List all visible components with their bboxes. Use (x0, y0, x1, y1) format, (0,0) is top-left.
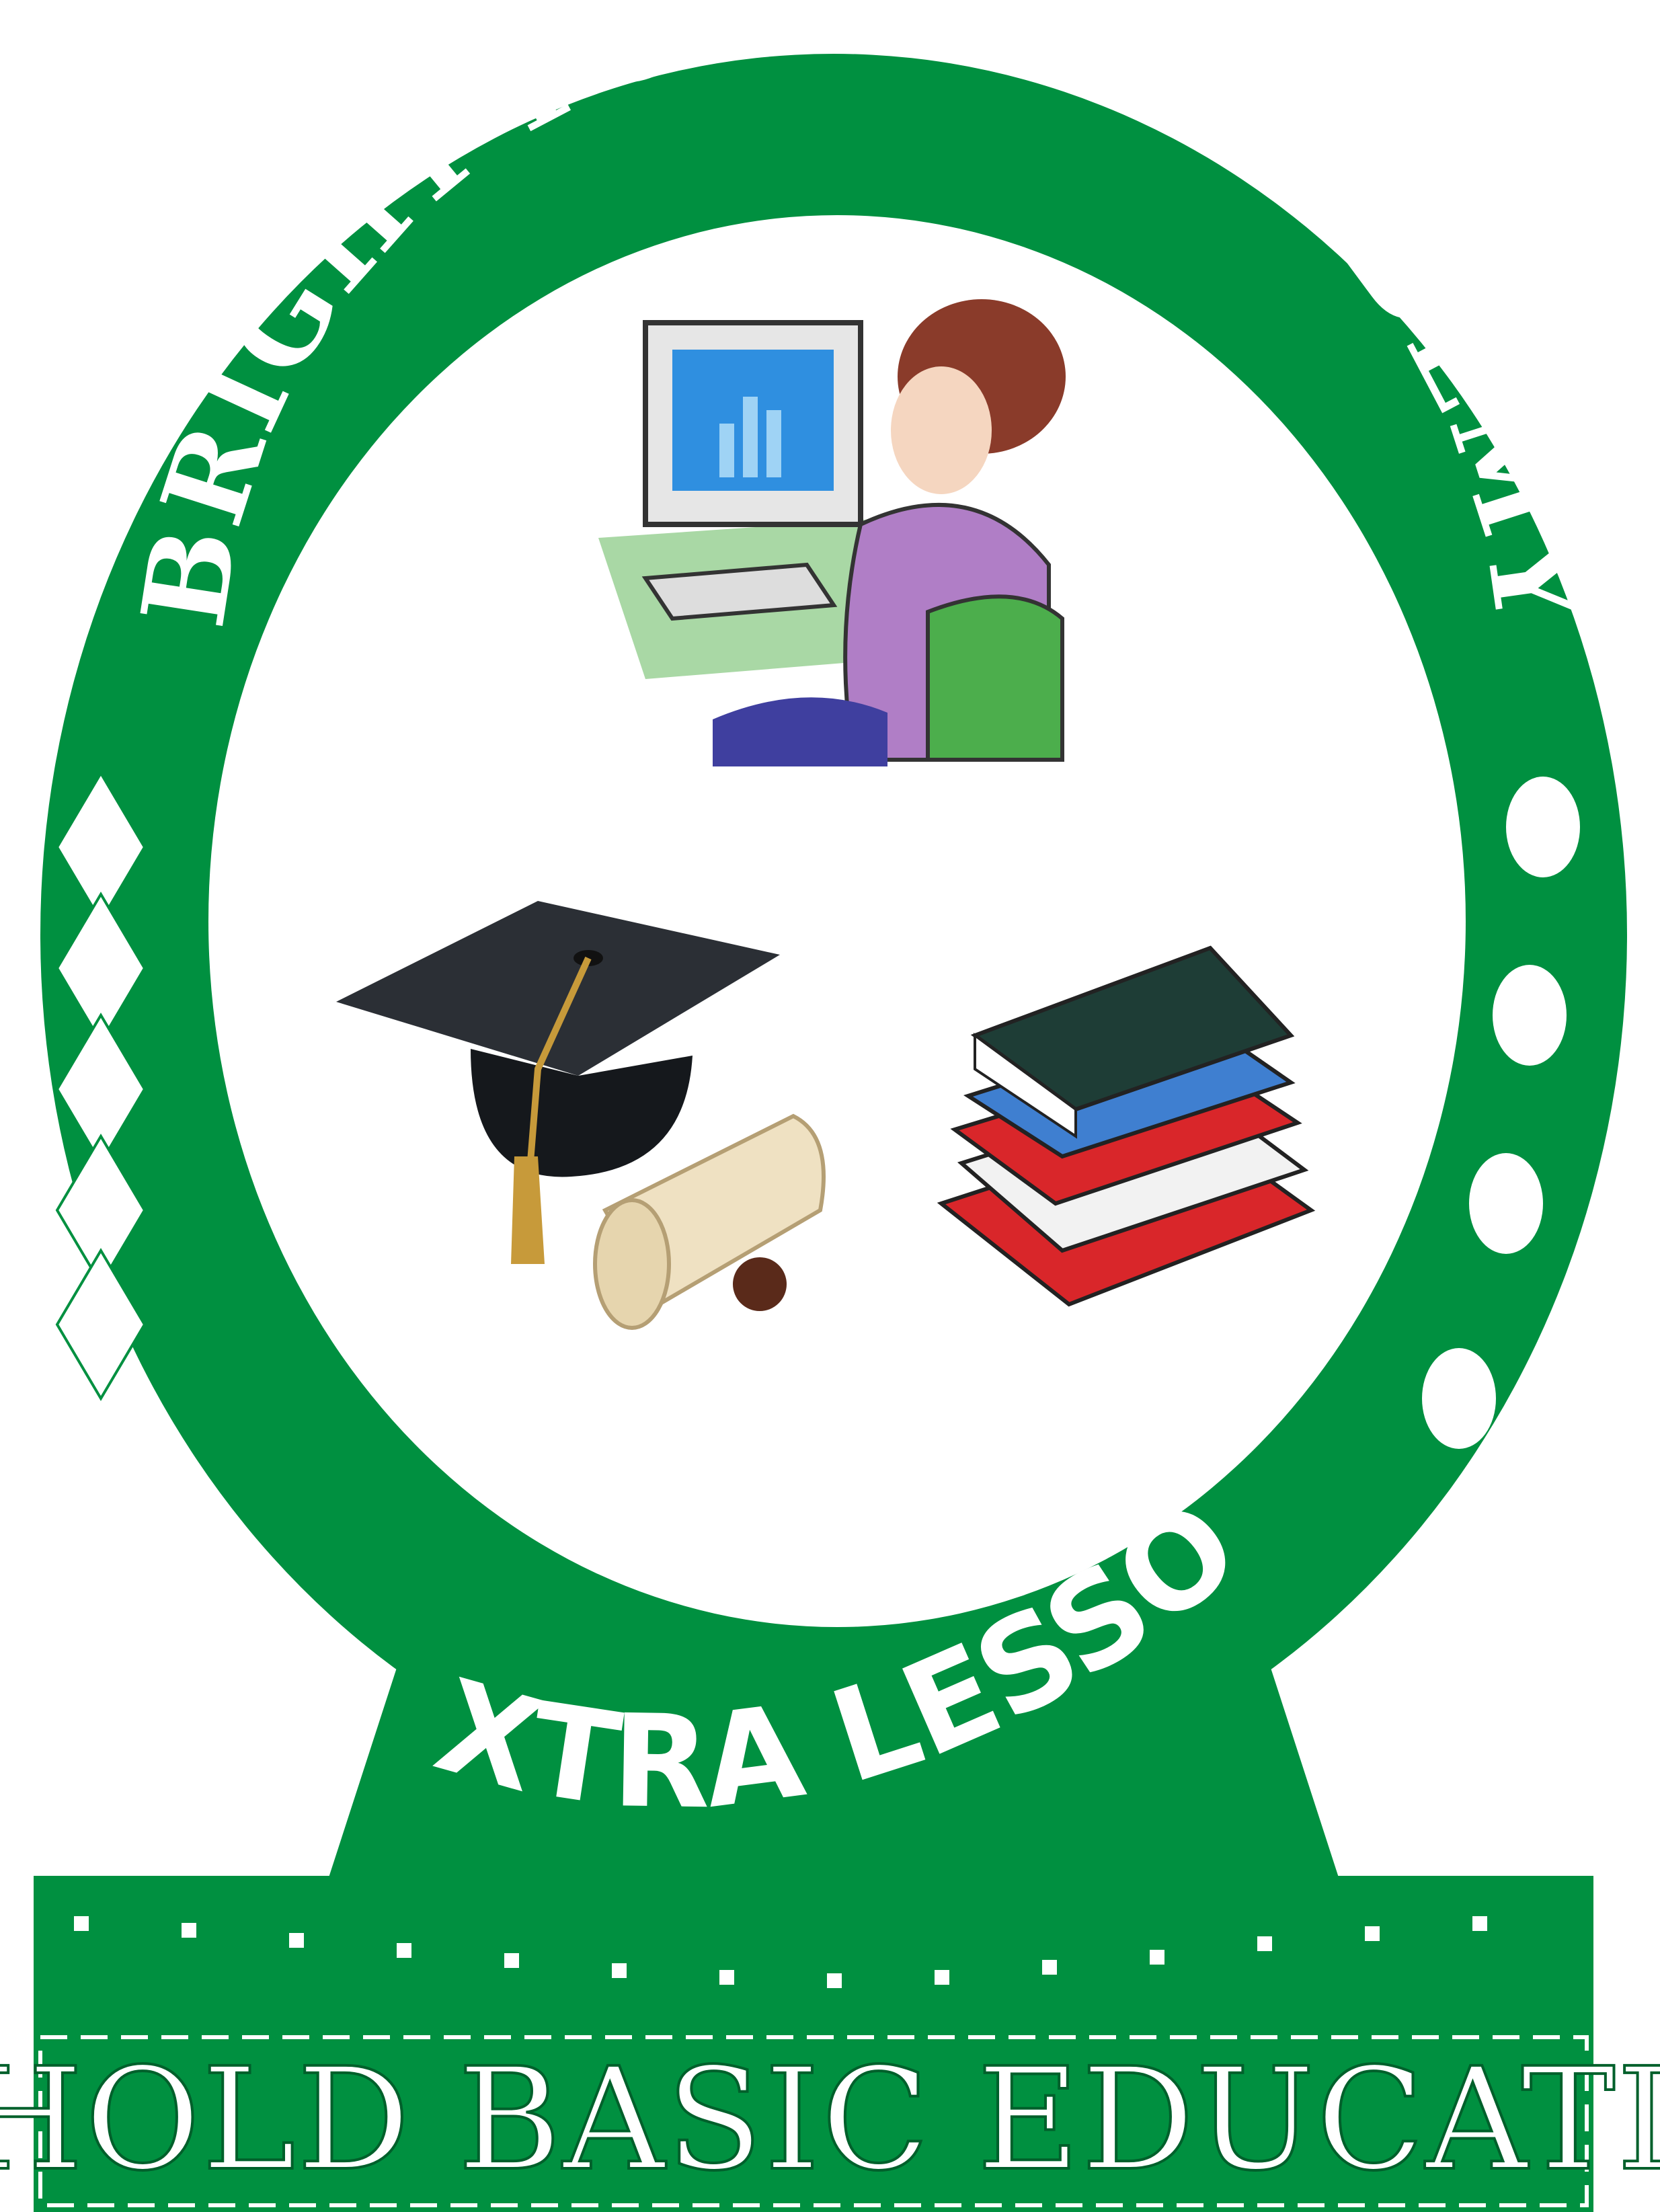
school-logo: BRIGHT FUTURE ACADEMY XTRA LESSO HOLD BA… (0, 0, 1660, 2212)
motto-text: UPHOLD BASIC EDUCATION (0, 2037, 1660, 2202)
diamond-decorations (55, 771, 147, 1401)
